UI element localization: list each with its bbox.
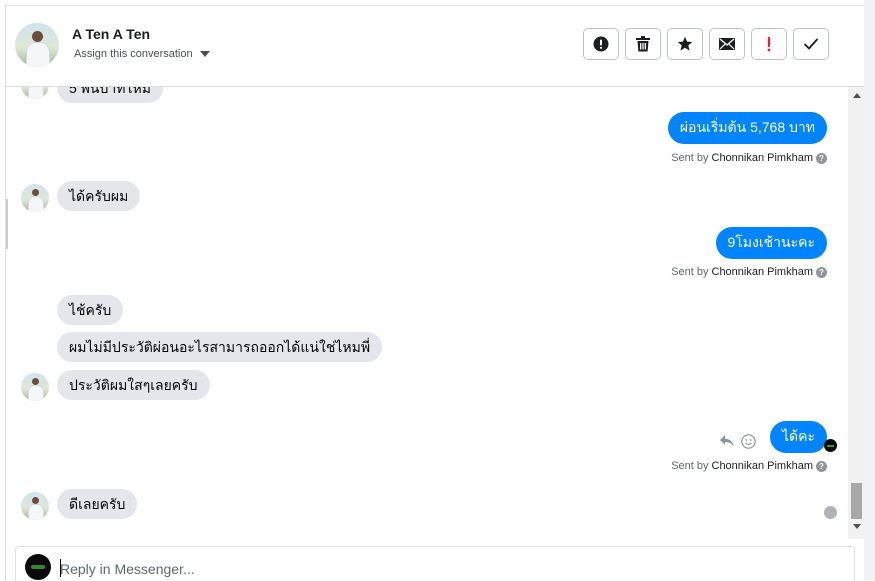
- caret-down-icon: [199, 51, 210, 57]
- alert-circle-icon: [593, 36, 609, 52]
- help-icon[interactable]: ?: [816, 266, 827, 278]
- envelope-icon: [719, 38, 735, 50]
- check-icon: [804, 38, 818, 50]
- contact-avatar-small: [21, 373, 49, 401]
- mark-done-button[interactable]: [793, 28, 829, 60]
- incoming-message: ประวัติผมใสๆเลยครับ: [57, 370, 210, 400]
- conversation-toolbar: [583, 28, 829, 60]
- outgoing-message: 9โมงเช้านะคะ: [715, 227, 827, 259]
- incoming-message: 5 พันบาทไหม: [57, 87, 163, 103]
- sent-by-label: Sent by Chonnikan Pimkham ?: [671, 152, 827, 164]
- follow-up-button[interactable]: [751, 28, 787, 60]
- assign-label: Assign this conversation: [74, 48, 193, 60]
- sender-name[interactable]: Chonnikan Pimkham: [712, 266, 814, 278]
- sent-by-label: Sent by Chonnikan Pimkham ?: [671, 266, 827, 278]
- sender-name[interactable]: Chonnikan Pimkham: [712, 460, 814, 472]
- read-receipt-icon: [824, 506, 837, 519]
- reply-composer: [15, 546, 855, 581]
- conversation-header: A Ten A Ten Assign this conversation: [6, 6, 865, 87]
- mark-spam-button[interactable]: [583, 28, 619, 60]
- trash-icon: [636, 36, 650, 52]
- scrollbar-thumb[interactable]: [851, 483, 862, 519]
- incoming-message: ไช้ครับ: [57, 295, 124, 325]
- star-button[interactable]: [667, 28, 703, 60]
- assign-conversation-dropdown[interactable]: Assign this conversation: [74, 48, 210, 60]
- seen-indicator-avatar: [824, 439, 837, 452]
- contact-avatar-small: [21, 492, 49, 520]
- sent-by-label: Sent by Chonnikan Pimkham ?: [671, 460, 827, 472]
- window-edge: [864, 0, 875, 580]
- contact-avatar-small: [21, 184, 49, 212]
- reply-icon[interactable]: [719, 434, 735, 448]
- message-thread[interactable]: 5 พันบาทไหม ผ่อนเริ่มต้น 5,768 บาท Sent …: [6, 87, 848, 539]
- outgoing-message: ผ่อนเริ่มต้น 5,768 บาท: [667, 112, 827, 144]
- scroll-down-arrow-icon[interactable]: [853, 524, 861, 529]
- sender-name[interactable]: Chonnikan Pimkham: [712, 152, 814, 164]
- contact-avatar-small: [21, 87, 49, 99]
- help-icon[interactable]: ?: [816, 152, 827, 164]
- thread-scrollbar[interactable]: [848, 87, 865, 539]
- scroll-up-arrow-icon[interactable]: [853, 93, 861, 98]
- star-icon: [677, 36, 693, 51]
- react-emoji-icon[interactable]: [741, 434, 756, 449]
- delete-button[interactable]: [625, 28, 661, 60]
- incoming-message: ดีเลยครับ: [57, 489, 138, 519]
- contact-avatar[interactable]: [15, 23, 59, 67]
- incoming-message: ผมไม่มีประวัติผ่อนอะไรสามารถออกได้แน่ใช่…: [57, 332, 383, 362]
- incoming-message: ได้ครับผม: [57, 181, 141, 211]
- outgoing-message: ได้คะ: [769, 421, 827, 453]
- exclamation-icon: [767, 37, 771, 52]
- help-icon[interactable]: ?: [816, 460, 827, 472]
- conversation-panel: A Ten A Ten Assign this conversation 5 พ…: [5, 5, 865, 581]
- mark-unread-button[interactable]: [709, 28, 745, 60]
- reply-input[interactable]: [60, 559, 760, 579]
- page-avatar: [25, 554, 51, 580]
- contact-name[interactable]: A Ten A Ten: [72, 26, 150, 42]
